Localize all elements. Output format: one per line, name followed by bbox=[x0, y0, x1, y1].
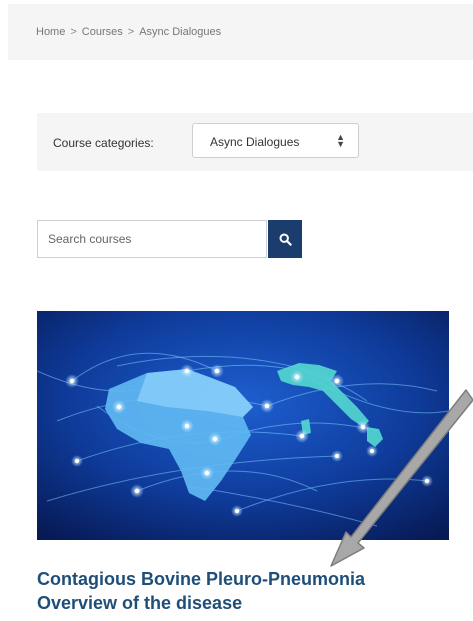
course-category-select[interactable]: Async Dialogues ▲ ▼ bbox=[192, 123, 359, 158]
course-image[interactable] bbox=[37, 311, 449, 540]
search-icon bbox=[278, 232, 292, 246]
select-arrows-icon: ▲ ▼ bbox=[336, 132, 345, 149]
breadcrumb-separator: > bbox=[127, 26, 135, 38]
course-category-bar: Course categories: Async Dialogues ▲ ▼ bbox=[37, 113, 473, 171]
course-categories-label: Course categories: bbox=[53, 136, 154, 150]
search-button[interactable] bbox=[268, 220, 302, 258]
course-title-line-1: Contagious Bovine Pleuro-Pneumonia bbox=[37, 569, 366, 589]
course-title-link[interactable]: Contagious Bovine Pleuro-Pneumonia Overv… bbox=[37, 567, 457, 615]
course-title-line-2: Overview of the disease bbox=[37, 593, 243, 613]
breadcrumb-separator: > bbox=[70, 26, 77, 38]
breadcrumb: Home > Courses > Async Dialogues bbox=[36, 26, 221, 38]
breadcrumb-current: Async Dialogues bbox=[139, 26, 222, 38]
breadcrumb-courses[interactable]: Courses bbox=[82, 26, 123, 38]
breadcrumb-bar: Home > Courses > Async Dialogues bbox=[8, 4, 473, 60]
search-courses-input[interactable] bbox=[37, 220, 267, 258]
breadcrumb-home[interactable]: Home bbox=[36, 26, 65, 38]
world-network-map bbox=[37, 311, 449, 540]
category-selected-value: Async Dialogues bbox=[210, 135, 300, 149]
